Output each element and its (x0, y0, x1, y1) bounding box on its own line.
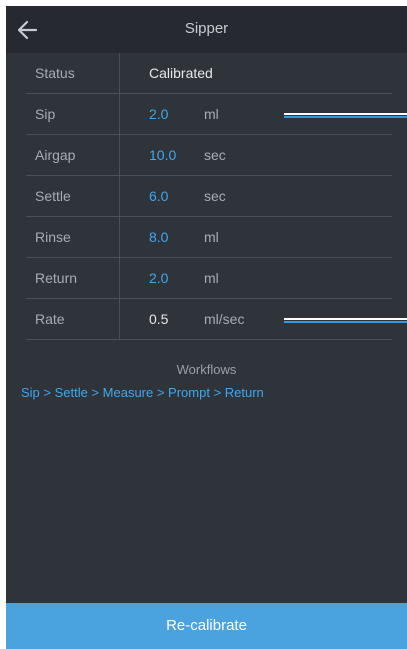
rate-slider[interactable] (284, 318, 407, 323)
row-sip: Sip 2.0 ml (26, 94, 407, 135)
row-settle: Settle 6.0 sec (26, 176, 392, 217)
sip-unit: ml (204, 106, 219, 122)
header-bar: Sipper (6, 6, 407, 53)
sip-slider[interactable] (284, 113, 407, 118)
settings-table: Status Calibrated Sip 2.0 ml Airgap 10.0… (26, 53, 407, 340)
rinse-label: Rinse (35, 229, 71, 245)
rate-unit: ml/sec (204, 311, 245, 327)
airgap-value[interactable]: 10.0 (149, 147, 176, 163)
row-rinse: Rinse 8.0 ml (26, 217, 392, 258)
settle-label: Settle (35, 188, 71, 204)
page-title: Sipper (184, 20, 229, 37)
workflow-link[interactable]: Sip > Settle > Measure > Prompt > Return (21, 385, 264, 400)
return-label: Return (35, 270, 78, 286)
airgap-unit: sec (204, 147, 226, 163)
return-value[interactable]: 2.0 (149, 270, 168, 286)
rate-label: Rate (35, 311, 65, 327)
airgap-label: Airgap (35, 147, 76, 163)
row-return: Return 2.0 ml (26, 258, 392, 299)
sipper-screen: Sipper Status Calibrated Sip 2.0 ml Airg… (6, 6, 407, 649)
rinse-unit: ml (204, 229, 219, 245)
status-value: Calibrated (149, 65, 213, 81)
settle-value[interactable]: 6.0 (149, 188, 168, 204)
workflows-heading: Workflows (176, 362, 237, 377)
sip-value[interactable]: 2.0 (149, 106, 168, 122)
settle-unit: sec (204, 188, 226, 204)
return-unit: ml (204, 270, 219, 286)
row-airgap: Airgap 10.0 sec (26, 135, 392, 176)
row-rate: Rate 0.5 ml/sec (26, 299, 407, 340)
status-label: Status (35, 65, 75, 81)
row-status: Status Calibrated (26, 53, 392, 94)
recalibrate-button[interactable]: Re-calibrate (6, 603, 407, 649)
rate-value[interactable]: 0.5 (149, 311, 168, 327)
rinse-value[interactable]: 8.0 (149, 229, 168, 245)
sip-label: Sip (35, 106, 56, 122)
